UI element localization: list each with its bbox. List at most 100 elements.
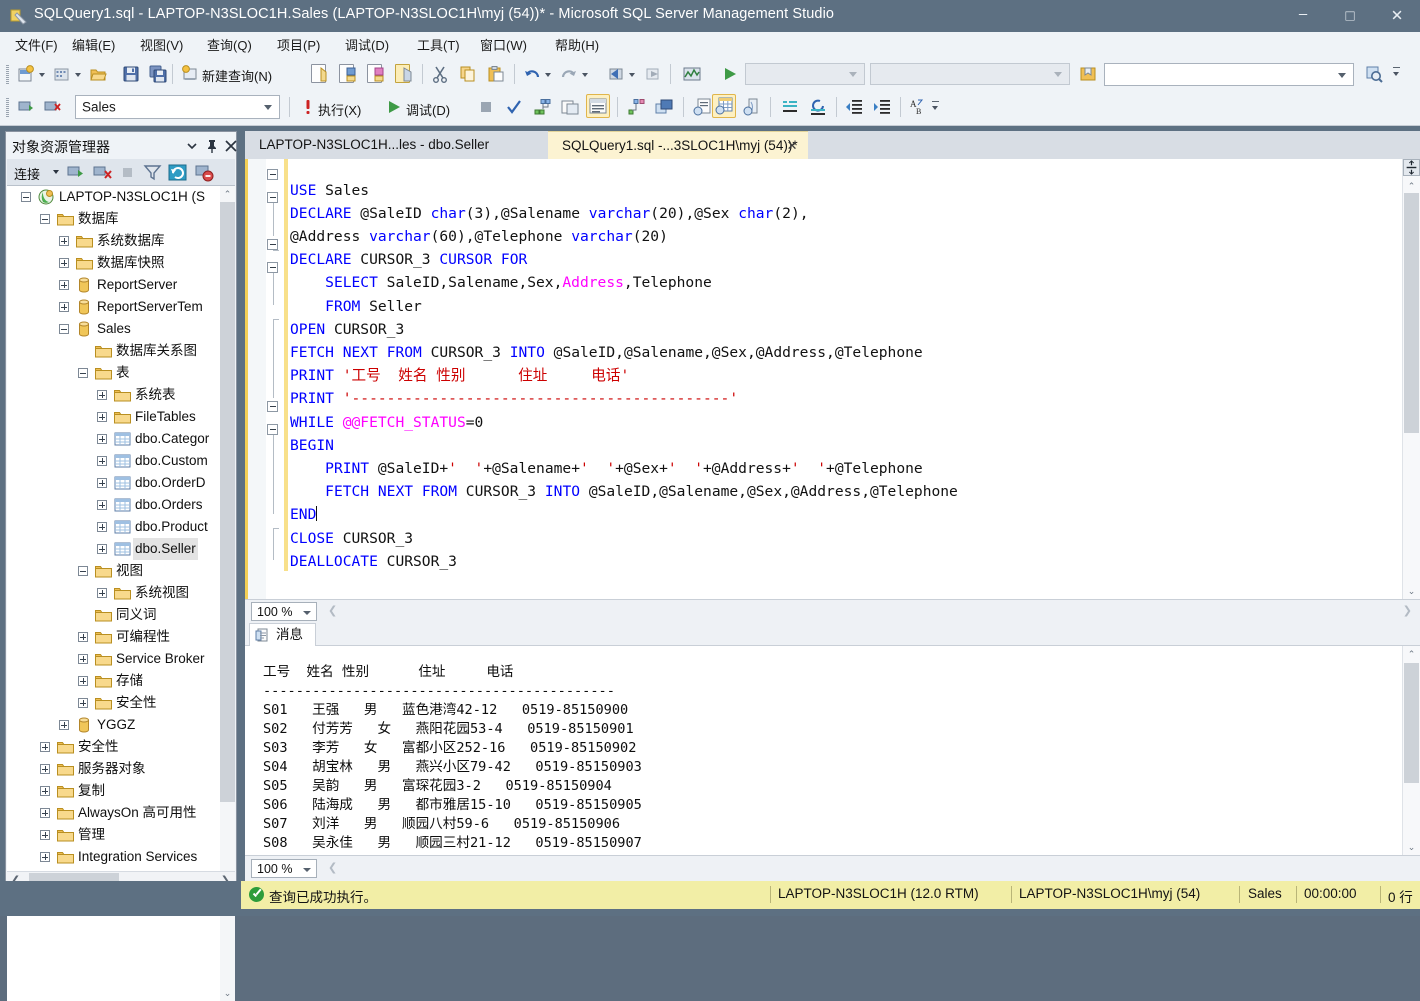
results-to-text-icon[interactable] — [586, 94, 610, 118]
editor-zoom-combo[interactable]: 100 % — [251, 602, 317, 621]
sync-icon[interactable] — [195, 163, 214, 182]
results-to-grid-icon[interactable] — [712, 94, 736, 118]
refresh-icon[interactable] — [168, 163, 187, 182]
menu-item-4[interactable]: 项目(P) — [270, 36, 327, 55]
expand-icon[interactable] — [97, 390, 107, 400]
hscroll-right-icon[interactable]: ❯ — [1403, 604, 1412, 617]
navigate-forward-icon[interactable] — [641, 62, 665, 86]
redo-dropdown[interactable] — [581, 63, 590, 85]
expand-icon[interactable] — [59, 720, 69, 730]
expand-icon[interactable] — [97, 412, 107, 422]
connect-button[interactable]: 连接 — [14, 164, 40, 183]
stop-icon[interactable] — [474, 95, 498, 119]
expand-icon[interactable] — [40, 786, 50, 796]
collapse-region-icon[interactable] — [267, 169, 278, 180]
collapse-icon[interactable] — [78, 368, 88, 378]
menu-item-0[interactable]: 文件(F) — [8, 36, 65, 55]
scroll-down-icon[interactable]: ⌄ — [1403, 583, 1420, 599]
menu-item-6[interactable]: 工具(T) — [410, 36, 467, 55]
editor-code-text[interactable]: USE Sales DECLARE @SaleID char(3),@Salen… — [290, 179, 958, 573]
results-vscrollbar[interactable]: ⌃ ⌄ — [1402, 646, 1420, 855]
scroll-down-icon[interactable]: ⌄ — [220, 985, 235, 1001]
collapse-icon[interactable] — [78, 566, 88, 576]
increase-indent-icon[interactable] — [870, 95, 894, 119]
start-debugging-icon[interactable] — [382, 95, 406, 119]
undo-dropdown[interactable] — [544, 63, 553, 85]
expand-icon[interactable] — [78, 676, 88, 686]
navigate-backward-icon[interactable] — [604, 62, 628, 86]
new-project-dropdown[interactable] — [38, 63, 47, 85]
disconnect-icon[interactable] — [93, 163, 112, 182]
expand-icon[interactable] — [59, 236, 69, 246]
save-icon[interactable] — [119, 62, 143, 86]
collapse-icon[interactable] — [40, 214, 50, 224]
expand-icon[interactable] — [97, 478, 107, 488]
expand-icon[interactable] — [97, 522, 107, 532]
solution-config-combo[interactable] — [870, 63, 1070, 85]
new-project-icon[interactable] — [14, 62, 38, 86]
open-project-dropdown[interactable] — [74, 63, 83, 85]
close-button[interactable]: ✕ — [1374, 0, 1420, 32]
menu-item-7[interactable]: 窗口(W) — [473, 36, 534, 55]
collapse-region-icon[interactable] — [267, 192, 278, 204]
toolbar-grip[interactable] — [6, 65, 9, 84]
debug-label[interactable]: 调试(D) — [406, 100, 450, 119]
results-zoom-combo[interactable]: 100 % — [251, 859, 317, 878]
tab-messages[interactable]: 消息 — [249, 623, 316, 646]
connect-icon[interactable] — [67, 163, 86, 182]
scroll-up-icon[interactable]: ⌃ — [1403, 646, 1420, 662]
new-query-label[interactable]: 新建查询(N) — [202, 66, 272, 85]
collapse-icon[interactable] — [59, 324, 69, 334]
scroll-thumb[interactable] — [1404, 663, 1419, 783]
sql-editor[interactable]: USE Sales DECLARE @SaleID char(3),@Salen… — [245, 159, 1420, 599]
paste-icon[interactable] — [484, 62, 508, 86]
hscroll-left-icon[interactable]: ❮ — [328, 861, 337, 874]
scroll-up-icon[interactable]: ⌃ — [1403, 178, 1420, 194]
activity-monitor-icon[interactable] — [680, 62, 704, 86]
toolbar-overflow-button-2[interactable] — [931, 97, 940, 119]
chevron-down-icon[interactable] — [184, 138, 200, 154]
query-options-icon[interactable] — [558, 95, 582, 119]
tab-sql-query[interactable]: SQLQuery1.sql -...3SLOC1H\myj (54))* ✕ — [548, 131, 808, 160]
connect-dropdown-icon[interactable] — [53, 170, 59, 174]
expand-icon[interactable] — [59, 258, 69, 268]
menu-item-1[interactable]: 编辑(E) — [65, 36, 122, 55]
expand-icon[interactable] — [78, 632, 88, 642]
expand-icon[interactable] — [97, 434, 107, 444]
expand-icon[interactable] — [97, 588, 107, 598]
expand-icon[interactable] — [40, 808, 50, 818]
disconnect-icon[interactable] — [40, 95, 64, 119]
close-icon[interactable] — [223, 138, 239, 154]
collapse-region-icon[interactable] — [267, 238, 278, 250]
new-mdx-query-icon[interactable] — [336, 62, 360, 86]
editor-vscrollbar[interactable]: ⌃ ⌄ — [1402, 159, 1420, 599]
expand-icon[interactable] — [40, 852, 50, 862]
new-query-icon[interactable] — [178, 62, 202, 86]
scroll-down-icon[interactable]: ⌄ — [1403, 839, 1420, 855]
copy-icon[interactable] — [456, 62, 480, 86]
collapse-region-icon[interactable] — [267, 261, 278, 273]
open-project-icon[interactable] — [50, 62, 74, 86]
redo-icon[interactable] — [557, 62, 581, 86]
specify-values-icon[interactable]: AB — [906, 95, 930, 119]
new-xmla-query-icon[interactable] — [392, 62, 416, 86]
menu-item-5[interactable]: 调试(D) — [338, 36, 396, 55]
new-dmx-query-icon[interactable] — [364, 62, 388, 86]
comment-icon[interactable] — [778, 95, 802, 119]
expand-icon[interactable] — [59, 302, 69, 312]
quick-launch-input[interactable] — [1104, 63, 1354, 86]
scroll-up-icon[interactable]: ⌃ — [220, 186, 235, 202]
filter-icon[interactable] — [143, 163, 162, 182]
new-analysis-query-icon[interactable] — [308, 62, 332, 86]
expand-icon[interactable] — [78, 698, 88, 708]
expand-icon[interactable] — [78, 654, 88, 664]
toolbar-grip[interactable] — [6, 98, 9, 117]
navigate-backward-dropdown[interactable] — [628, 63, 637, 85]
cut-icon[interactable] — [428, 62, 452, 86]
menu-item-2[interactable]: 视图(V) — [133, 36, 190, 55]
find-icon[interactable] — [1362, 62, 1386, 86]
decrease-indent-icon[interactable] — [842, 95, 866, 119]
execute-icon[interactable] — [296, 95, 320, 119]
menu-item-8[interactable]: 帮助(H) — [548, 36, 606, 55]
parse-icon[interactable] — [502, 95, 526, 119]
